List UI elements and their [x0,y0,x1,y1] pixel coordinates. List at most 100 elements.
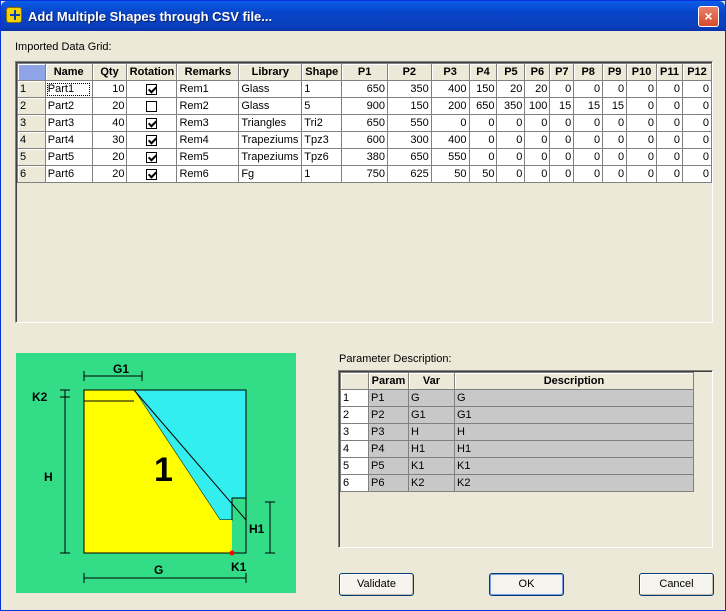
rotation-cell[interactable] [126,131,178,149]
param-value-cell[interactable]: 0 [655,148,683,166]
param-value-cell[interactable]: 0 [468,148,498,166]
shape-cell[interactable]: Tpz3 [301,131,343,149]
qty-cell[interactable]: 20 [91,148,128,166]
param-value-cell[interactable]: 15 [602,97,628,115]
rotation-checkbox[interactable] [146,83,158,95]
grid-corner-cell[interactable] [17,63,46,81]
parameter-grid[interactable]: Param Var Description 1 P1 G G 2 P2 G1 G1 3 P3 H H 4 P4… [338,370,713,548]
shape-cell[interactable]: Tri2 [301,114,343,132]
param-value-cell[interactable]: 0 [573,165,604,183]
param-value-cell[interactable]: 0 [524,165,551,183]
param-value-cell[interactable]: 50 [468,165,498,183]
param-value-cell[interactable]: 350 [496,97,526,115]
row-header[interactable]: 5 [17,148,46,166]
ok-button[interactable]: OK [489,573,564,596]
column-header[interactable]: P3 [430,63,470,81]
table-row[interactable]: 1 Part1 10 Rem1 Glass 1 650 350 400 150 20 20 0 0 0 0 0 0 [17,80,713,98]
shape-cell[interactable]: 5 [301,97,343,115]
title-bar[interactable]: Add Multiple Shapes through CSV file... … [1,1,725,31]
param-value-cell[interactable]: 0 [524,131,551,149]
param-value-cell[interactable]: 0 [681,131,713,149]
column-header[interactable]: P10 [626,63,657,81]
column-header[interactable]: P8 [573,63,604,81]
param-value-cell[interactable]: 0 [496,148,526,166]
param-value-cell[interactable]: 50 [430,165,470,183]
param-value-cell[interactable]: 650 [468,97,498,115]
param-value-cell[interactable]: 0 [655,114,683,132]
library-cell[interactable]: Triangles [238,114,303,132]
param-value-cell[interactable]: 0 [549,131,575,149]
param-value-cell[interactable]: 0 [468,131,498,149]
param-value-cell[interactable]: 0 [626,165,657,183]
close-button[interactable]: × [698,6,719,27]
cancel-button[interactable]: Cancel [639,573,714,596]
param-value-cell[interactable]: 15 [573,97,604,115]
column-header[interactable]: P12 [681,63,713,81]
param-value-cell[interactable]: 0 [681,165,713,183]
shape-cell[interactable]: Tpz6 [301,148,343,166]
rotation-cell[interactable] [126,148,178,166]
param-value-cell[interactable]: 0 [549,80,575,98]
validate-button[interactable]: Validate [339,573,414,596]
rotation-cell[interactable] [126,80,178,98]
row-header[interactable]: 4 [17,131,46,149]
remarks-cell[interactable]: Rem6 [176,165,240,183]
table-row[interactable]: 6 Part6 20 Rem6 Fg 1 750 625 50 50 0 0 0 0 0 0 0 0 [17,165,713,183]
qty-cell[interactable]: 40 [91,114,128,132]
param-value-cell[interactable]: 15 [549,97,575,115]
column-header[interactable]: Rotation [126,63,178,81]
rotation-cell[interactable] [126,114,178,132]
param-value-cell[interactable]: 350 [386,80,432,98]
remarks-cell[interactable]: Rem5 [176,148,240,166]
library-cell[interactable]: Trapeziums [238,148,303,166]
param-value-cell[interactable]: 650 [386,148,432,166]
table-row[interactable]: 5 Part5 20 Rem5 Trapeziums Tpz6 380 650 550 0 0 0 0 0… [17,148,713,166]
column-header[interactable]: P6 [524,63,551,81]
row-header[interactable]: 1 [17,80,46,98]
library-cell[interactable]: Fg [238,165,303,183]
table-row[interactable]: 4 Part4 30 Rem4 Trapeziums Tpz3 600 300 400 0 0 0 0 0… [17,131,713,149]
param-value-cell[interactable]: 0 [496,114,526,132]
param-value-cell[interactable]: 0 [681,148,713,166]
qty-cell[interactable]: 20 [91,165,128,183]
qty-cell[interactable]: 10 [91,80,128,98]
column-header[interactable]: P4 [468,63,498,81]
param-value-cell[interactable]: 0 [496,165,526,183]
param-value-cell[interactable]: 0 [602,131,628,149]
param-value-cell[interactable]: 0 [549,114,575,132]
param-value-cell[interactable]: 600 [341,131,388,149]
rotation-checkbox[interactable] [146,134,158,146]
rotation-checkbox[interactable] [146,151,158,163]
param-value-cell[interactable]: 0 [602,148,628,166]
remarks-cell[interactable]: Rem1 [176,80,240,98]
imported-data-grid[interactable]: Name Qty Rotation Remarks Library Shape P1 P2 P3… [15,61,713,323]
param-value-cell[interactable]: 150 [468,80,498,98]
param-value-cell[interactable]: 0 [681,80,713,98]
remarks-cell[interactable]: Rem3 [176,114,240,132]
param-value-cell[interactable]: 20 [496,80,526,98]
param-value-cell[interactable]: 0 [602,165,628,183]
param-value-cell[interactable]: 0 [655,97,683,115]
column-header[interactable]: Library [238,63,303,81]
table-row[interactable]: 2 Part2 20 Rem2 Glass 5 900 150 200 650 350 100 15 15… [17,97,713,115]
column-header[interactable]: P1 [341,63,388,81]
param-value-cell[interactable]: 150 [386,97,432,115]
param-value-cell[interactable]: 0 [524,114,551,132]
name-cell[interactable]: Part6 [44,165,93,183]
param-value-cell[interactable]: 0 [655,165,683,183]
remarks-cell[interactable]: Rem4 [176,131,240,149]
column-header[interactable]: P2 [386,63,432,81]
row-header[interactable]: 2 [17,97,46,115]
param-value-cell[interactable]: 100 [524,97,551,115]
param-value-cell[interactable]: 200 [430,97,470,115]
column-header[interactable]: Name [44,63,93,81]
column-header[interactable]: Remarks [176,63,240,81]
param-value-cell[interactable]: 650 [341,80,388,98]
name-cell[interactable]: Part3 [44,114,93,132]
column-header[interactable]: Shape [301,63,343,81]
param-value-cell[interactable]: 650 [341,114,388,132]
param-value-cell[interactable]: 380 [341,148,388,166]
param-value-cell[interactable]: 0 [626,97,657,115]
rotation-cell[interactable] [126,97,178,115]
param-value-cell[interactable]: 0 [681,114,713,132]
